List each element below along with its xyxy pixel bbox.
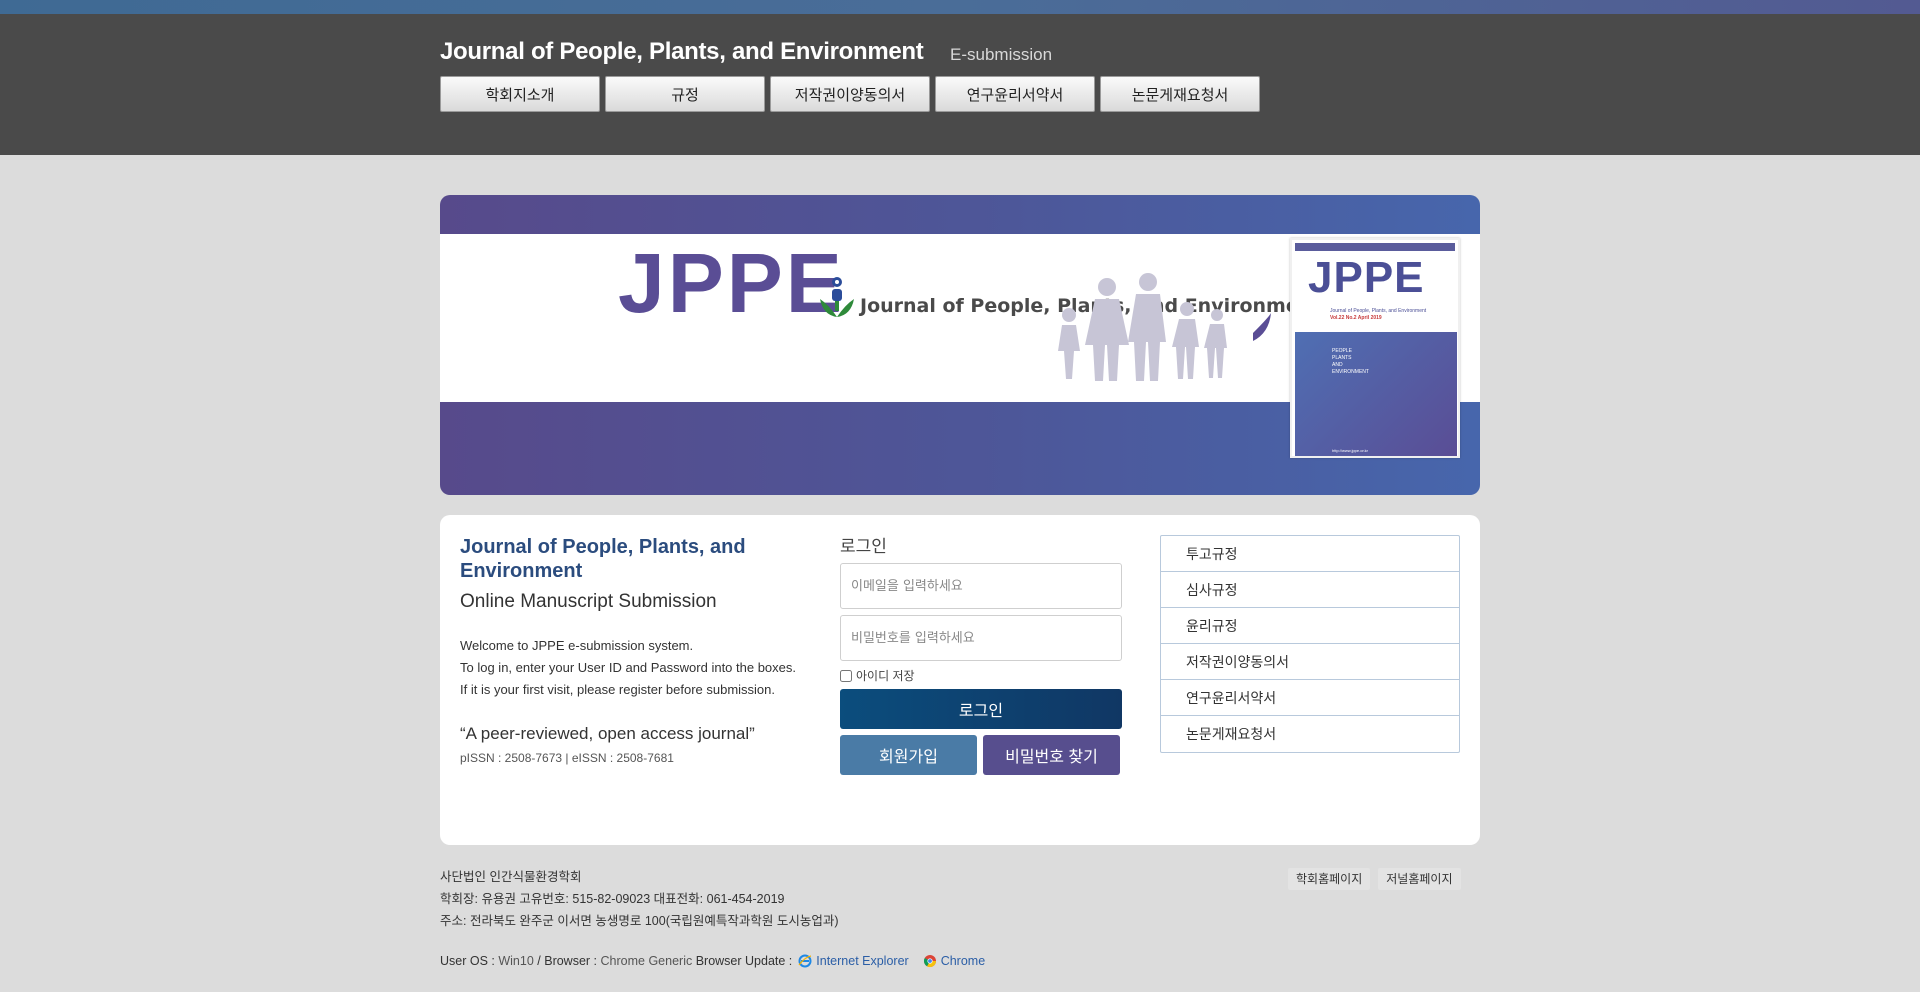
nav-copyright-transfer[interactable]: 저작권이양동의서 bbox=[770, 76, 930, 112]
nav-publication-request[interactable]: 논문게재요청서 bbox=[1100, 76, 1260, 112]
cover-body bbox=[1295, 332, 1457, 456]
cover-url: http://www.jppe.or.kr bbox=[1332, 448, 1369, 453]
login-button[interactable]: 로그인 bbox=[840, 689, 1122, 729]
join-button[interactable]: 회원가입 bbox=[840, 735, 977, 775]
footer-links: 학회홈페이지 저널홈페이지 bbox=[1288, 868, 1461, 890]
chrome-icon bbox=[923, 955, 936, 968]
rule-publication-request[interactable]: 논문게재요청서 bbox=[1161, 716, 1459, 752]
footer-info: 사단법인 인간식물환경학회 학회장: 유용권 고유번호: 515-82-0902… bbox=[440, 866, 839, 932]
cover-words: PEOPLE PLANTS AND ENVIRONMENT bbox=[1332, 348, 1369, 376]
browser-value: Chrome Generic bbox=[600, 954, 693, 968]
site-title[interactable]: Journal of People, Plants, and Environme… bbox=[440, 38, 924, 66]
family-silhouette-icon bbox=[1058, 273, 1271, 381]
footer-line: 학회장: 유용권 고유번호: 515-82-09023 대표전화: 061-45… bbox=[440, 892, 785, 906]
ie-update-link[interactable]: Internet Explorer bbox=[798, 954, 909, 968]
find-password-button[interactable]: 비밀번호 찾기 bbox=[983, 735, 1120, 775]
site-header: Journal of People, Plants, and Environme… bbox=[0, 14, 1920, 155]
cover-title: Journal of People, Plants, and Environme… bbox=[1330, 308, 1427, 314]
site-subtitle: E-submission bbox=[950, 45, 1053, 64]
remember-id-label: 아이디 저장 bbox=[856, 669, 915, 683]
rule-copyright-transfer[interactable]: 저작권이양동의서 bbox=[1161, 644, 1459, 680]
rule-research-ethics-pledge[interactable]: 연구윤리서약서 bbox=[1161, 680, 1459, 716]
intro-quote: “A peer-reviewed, open access journal” bbox=[460, 724, 755, 743]
journal-cover-image: JPPE Journal of People, Plants, and Envi… bbox=[1290, 238, 1460, 458]
email-input[interactable] bbox=[840, 563, 1122, 609]
top-nav: 학회지소개 규정 저작권이양동의서 연구윤리서약서 논문게재요청서 bbox=[440, 76, 1260, 112]
intro-title: Journal of People, Plants, and Environme… bbox=[460, 536, 746, 582]
internet-explorer-icon bbox=[798, 954, 812, 968]
login-title: 로그인 bbox=[840, 537, 887, 556]
cover-word: PEOPLE bbox=[1332, 348, 1353, 354]
remember-id[interactable]: 아이디 저장 bbox=[840, 667, 915, 684]
browser-info: User OS : Win10 / Browser : Chrome Gener… bbox=[440, 954, 985, 968]
nav-research-ethics[interactable]: 연구윤리서약서 bbox=[935, 76, 1095, 112]
remember-id-checkbox[interactable] bbox=[840, 669, 852, 682]
nav-about-journal[interactable]: 학회지소개 bbox=[440, 76, 600, 112]
society-homepage-link[interactable]: 학회홈페이지 bbox=[1288, 868, 1371, 890]
cover-top-bar bbox=[1295, 243, 1455, 251]
jppe-logo: JPPE bbox=[618, 236, 845, 330]
cover-logo: JPPE bbox=[1308, 253, 1425, 302]
cover-word: ENVIRONMENT bbox=[1332, 369, 1369, 375]
update-label: Browser Update : bbox=[695, 954, 793, 968]
intro-line: To log in, enter your User ID and Passwo… bbox=[460, 660, 797, 675]
rules-menu: 투고규정 심사규정 윤리규정 저작권이양동의서 연구윤리서약서 논문게재요청서 bbox=[1160, 535, 1460, 753]
intro-description: Welcome to JPPE e-submission system. To … bbox=[460, 635, 796, 701]
intro-line: Welcome to JPPE e-submission system. bbox=[460, 638, 694, 653]
chrome-update-link[interactable]: Chrome bbox=[923, 954, 985, 968]
cover-word: PLANTS bbox=[1332, 355, 1352, 361]
cover-volume: Vol.22 No.2 April 2019 bbox=[1330, 315, 1382, 321]
chrome-link-label: Chrome bbox=[940, 954, 986, 968]
ie-link-label: Internet Explorer bbox=[816, 954, 909, 968]
main-panel: Journal of People, Plants, and Environme… bbox=[440, 515, 1480, 845]
browser-label: / Browser : bbox=[537, 954, 598, 968]
rule-review-policy[interactable]: 심사규정 bbox=[1161, 572, 1459, 608]
cover-word: AND bbox=[1332, 362, 1343, 368]
rule-ethics-policy[interactable]: 윤리규정 bbox=[1161, 608, 1459, 644]
nav-regulations[interactable]: 규정 bbox=[605, 76, 765, 112]
rule-submission-guidelines[interactable]: 투고규정 bbox=[1161, 536, 1459, 572]
journal-banner: JPPE Journal of People, Plants, and Envi… bbox=[440, 195, 1480, 495]
people-plant-emblem-icon bbox=[820, 277, 854, 317]
footer-line: 주소: 전라북도 완주군 이서면 농생명로 100(국립원예특작과학원 도시농업… bbox=[440, 914, 839, 928]
top-accent-strip bbox=[0, 0, 1920, 14]
intro-subtitle: Online Manuscript Submission bbox=[460, 591, 717, 612]
footer-line: 사단법인 인간식물환경학회 bbox=[440, 870, 582, 884]
intro-line: If it is your first visit, please regist… bbox=[460, 682, 776, 697]
os-label: User OS : bbox=[440, 954, 495, 968]
password-input[interactable] bbox=[840, 615, 1122, 661]
os-value: Win10 bbox=[498, 954, 534, 968]
journal-homepage-link[interactable]: 저널홈페이지 bbox=[1378, 868, 1461, 890]
issn-info: pISSN : 2508-7673 | eISSN : 2508-7681 bbox=[460, 751, 674, 765]
